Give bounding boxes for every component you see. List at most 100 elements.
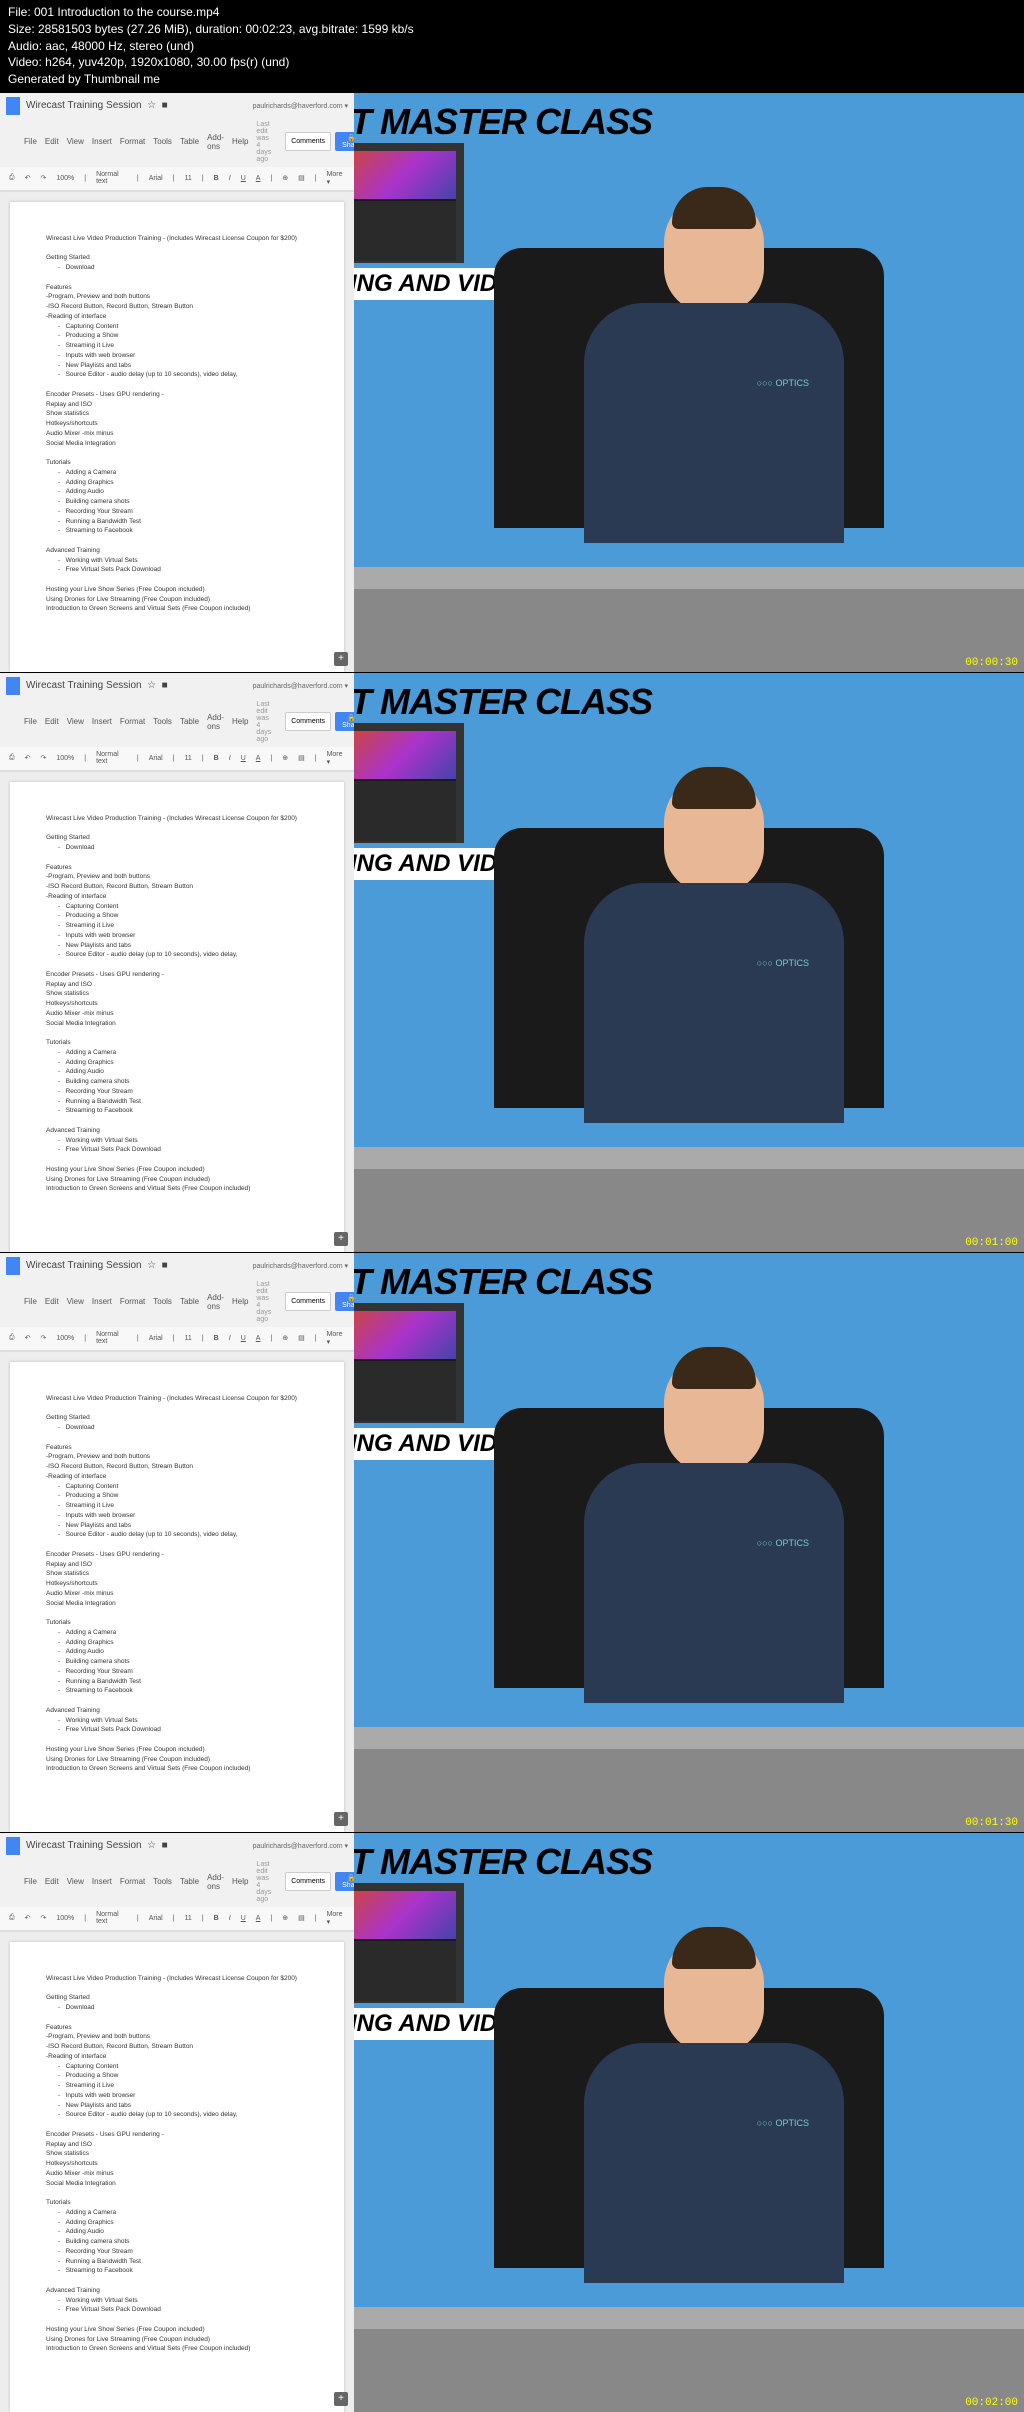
underline-icon[interactable]: U	[238, 1334, 249, 1343]
text-color-icon[interactable]: A	[253, 1334, 264, 1343]
menu-tools[interactable]: Tools	[153, 1877, 172, 1886]
doc-title[interactable]: Wirecast Training Session ☆ ■	[26, 680, 247, 691]
redo-icon[interactable]: ↷	[37, 753, 49, 763]
link-icon[interactable]: ⊕	[279, 1913, 291, 1923]
comment-icon[interactable]: ▤	[295, 1913, 308, 1923]
menu-tools[interactable]: Tools	[153, 137, 172, 146]
more-button[interactable]: More ▾	[324, 1910, 348, 1927]
menu-file[interactable]: File	[24, 137, 37, 146]
text-color-icon[interactable]: A	[253, 174, 264, 183]
font-select[interactable]: Arial	[146, 174, 166, 183]
doc-sheet[interactable]: Wirecast Live Video Production Training …	[10, 202, 344, 672]
menu-file[interactable]: File	[24, 717, 37, 726]
menu-help[interactable]: Help	[232, 717, 248, 726]
bold-icon[interactable]: B	[211, 1334, 222, 1343]
redo-icon[interactable]: ↷	[37, 1913, 49, 1923]
undo-icon[interactable]: ↶	[22, 1913, 34, 1923]
explore-button[interactable]: +	[334, 1232, 348, 1246]
undo-icon[interactable]: ↶	[22, 753, 34, 763]
style-select[interactable]: Normal text	[93, 1330, 130, 1346]
print-icon[interactable]: ⎙	[6, 173, 18, 183]
doc-title[interactable]: Wirecast Training Session ☆ ■	[26, 1260, 247, 1271]
menu-edit[interactable]: Edit	[45, 717, 59, 726]
menu-help[interactable]: Help	[232, 137, 248, 146]
menu-table[interactable]: Table	[180, 137, 199, 146]
text-color-icon[interactable]: A	[253, 754, 264, 763]
doc-title[interactable]: Wirecast Training Session ☆ ■	[26, 1840, 247, 1851]
more-button[interactable]: More ▾	[324, 1330, 348, 1347]
menu-insert[interactable]: Insert	[92, 1877, 112, 1886]
menu-help[interactable]: Help	[232, 1297, 248, 1306]
user-email[interactable]: paulrichards@haverford.com ▾	[253, 682, 348, 690]
bold-icon[interactable]: B	[211, 754, 222, 763]
menu-format[interactable]: Format	[120, 1877, 145, 1886]
link-icon[interactable]: ⊕	[279, 1333, 291, 1343]
user-email[interactable]: paulrichards@haverford.com ▾	[253, 102, 348, 110]
font-select[interactable]: Arial	[146, 1914, 166, 1923]
explore-button[interactable]: +	[334, 2392, 348, 2406]
italic-icon[interactable]: I	[226, 754, 234, 763]
menu-tools[interactable]: Tools	[153, 717, 172, 726]
comments-button[interactable]: Comments	[285, 1292, 331, 1311]
doc-title[interactable]: Wirecast Training Session ☆ ■	[26, 100, 247, 111]
menu-add-ons[interactable]: Add-ons	[207, 1293, 224, 1311]
menu-file[interactable]: File	[24, 1877, 37, 1886]
menu-view[interactable]: View	[67, 137, 84, 146]
redo-icon[interactable]: ↷	[37, 1333, 49, 1343]
font-select[interactable]: Arial	[146, 754, 166, 763]
doc-sheet[interactable]: Wirecast Live Video Production Training …	[10, 782, 344, 1252]
more-button[interactable]: More ▾	[324, 750, 348, 767]
menu-add-ons[interactable]: Add-ons	[207, 133, 224, 151]
menu-edit[interactable]: Edit	[45, 1297, 59, 1306]
menu-view[interactable]: View	[67, 1877, 84, 1886]
comment-icon[interactable]: ▤	[295, 1333, 308, 1343]
size-select[interactable]: 11	[182, 174, 195, 183]
user-email[interactable]: paulrichards@haverford.com ▾	[253, 1262, 348, 1270]
menu-format[interactable]: Format	[120, 717, 145, 726]
undo-icon[interactable]: ↶	[22, 173, 34, 183]
menu-table[interactable]: Table	[180, 1877, 199, 1886]
undo-icon[interactable]: ↶	[22, 1333, 34, 1343]
comments-button[interactable]: Comments	[285, 132, 331, 151]
doc-sheet[interactable]: Wirecast Live Video Production Training …	[10, 1942, 344, 2412]
text-color-icon[interactable]: A	[253, 1914, 264, 1923]
menu-view[interactable]: View	[67, 717, 84, 726]
zoom-select[interactable]: 100%	[53, 754, 77, 763]
print-icon[interactable]: ⎙	[6, 1913, 18, 1923]
underline-icon[interactable]: U	[238, 1914, 249, 1923]
style-select[interactable]: Normal text	[93, 750, 130, 766]
bold-icon[interactable]: B	[211, 174, 222, 183]
menu-edit[interactable]: Edit	[45, 1877, 59, 1886]
size-select[interactable]: 11	[182, 754, 195, 763]
menu-table[interactable]: Table	[180, 717, 199, 726]
menu-format[interactable]: Format	[120, 137, 145, 146]
menu-edit[interactable]: Edit	[45, 137, 59, 146]
explore-button[interactable]: +	[334, 652, 348, 666]
more-button[interactable]: More ▾	[324, 170, 348, 187]
menu-add-ons[interactable]: Add-ons	[207, 1873, 224, 1891]
menu-help[interactable]: Help	[232, 1877, 248, 1886]
menu-format[interactable]: Format	[120, 1297, 145, 1306]
zoom-select[interactable]: 100%	[53, 174, 77, 183]
doc-sheet[interactable]: Wirecast Live Video Production Training …	[10, 1362, 344, 1832]
underline-icon[interactable]: U	[238, 174, 249, 183]
menu-view[interactable]: View	[67, 1297, 84, 1306]
comments-button[interactable]: Comments	[285, 1872, 331, 1891]
comments-button[interactable]: Comments	[285, 712, 331, 731]
italic-icon[interactable]: I	[226, 174, 234, 183]
style-select[interactable]: Normal text	[93, 1910, 130, 1926]
explore-button[interactable]: +	[334, 1812, 348, 1826]
menu-tools[interactable]: Tools	[153, 1297, 172, 1306]
menu-add-ons[interactable]: Add-ons	[207, 713, 224, 731]
font-select[interactable]: Arial	[146, 1334, 166, 1343]
comment-icon[interactable]: ▤	[295, 173, 308, 183]
user-email[interactable]: paulrichards@haverford.com ▾	[253, 1842, 348, 1850]
menu-file[interactable]: File	[24, 1297, 37, 1306]
underline-icon[interactable]: U	[238, 754, 249, 763]
italic-icon[interactable]: I	[226, 1914, 234, 1923]
link-icon[interactable]: ⊕	[279, 173, 291, 183]
style-select[interactable]: Normal text	[93, 170, 130, 186]
size-select[interactable]: 11	[182, 1334, 195, 1343]
print-icon[interactable]: ⎙	[6, 1333, 18, 1343]
zoom-select[interactable]: 100%	[53, 1334, 77, 1343]
